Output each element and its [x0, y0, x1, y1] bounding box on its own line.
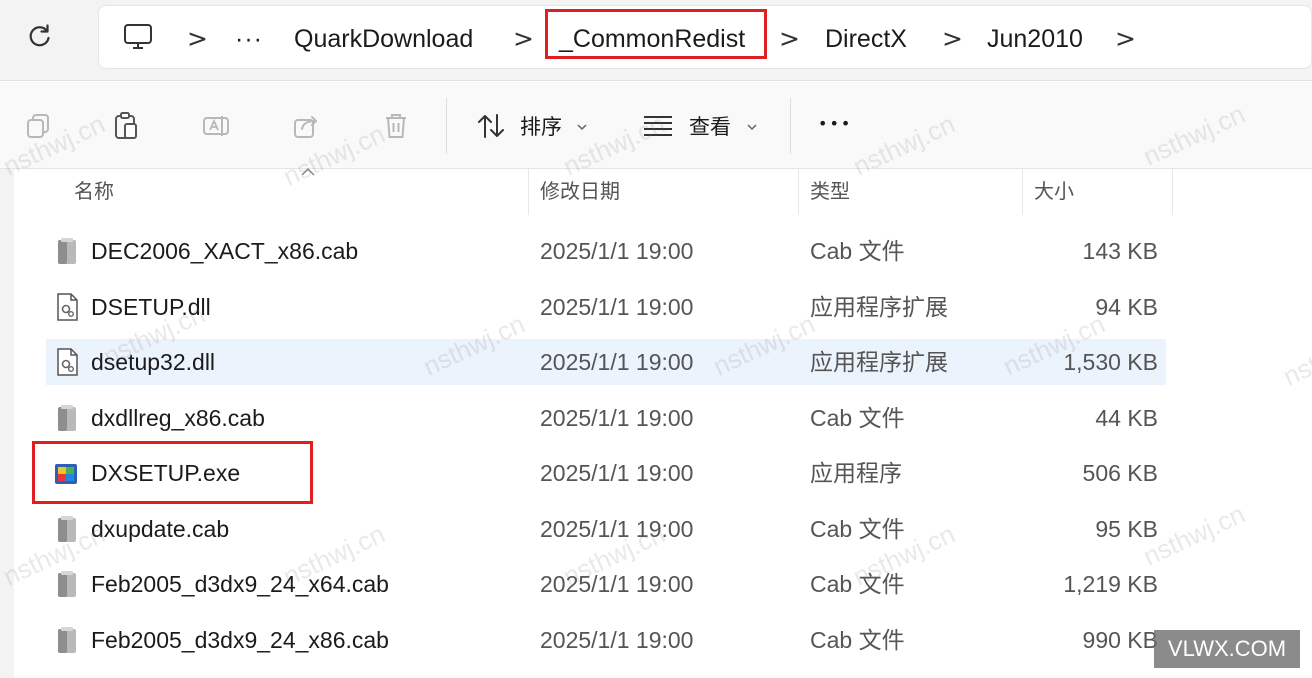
breadcrumb-separator[interactable]: > — [513, 24, 534, 54]
breadcrumb-separator[interactable]: > — [779, 24, 800, 54]
breadcrumb-quarkdownload[interactable]: QuarkDownload — [294, 24, 473, 54]
file-date: 2025/1/1 19:00 — [540, 238, 694, 264]
share-button[interactable] — [290, 110, 322, 142]
toolbar-divider — [790, 98, 791, 154]
view-button[interactable]: 查看 — [636, 98, 766, 154]
sort-label: 排序 — [520, 115, 562, 139]
file-name: DSETUP.dll — [91, 294, 211, 320]
file-row[interactable]: dxdllreg_x86.cab 2025/1/1 19:00 Cab 文件 44 K… — [46, 395, 1166, 441]
file-size: 94 KB — [1095, 294, 1158, 320]
breadcrumb-separator[interactable]: > — [942, 24, 963, 54]
sort-icon — [478, 114, 504, 138]
file-type: Cab 文件 — [810, 627, 905, 653]
cab-icon — [58, 627, 76, 653]
column-divider[interactable] — [798, 169, 799, 215]
cab-icon — [58, 405, 76, 431]
file-type: 应用程序扩展 — [810, 349, 948, 375]
file-type: Cab 文件 — [810, 516, 905, 542]
sort-ascending-icon — [301, 167, 315, 176]
chevron-down-icon — [747, 124, 757, 131]
file-row[interactable]: Feb2005_d3dx9_24_x86.cab 2025/1/1 19:00 Ca… — [46, 617, 1166, 663]
rename-button[interactable] — [200, 110, 232, 142]
file-size: 143 KB — [1082, 238, 1158, 264]
dll-icon — [57, 293, 78, 321]
file-date: 2025/1/1 19:00 — [540, 627, 694, 653]
view-label: 查看 — [689, 115, 731, 139]
cab-icon — [58, 516, 76, 542]
breadcrumb-directx[interactable]: DirectX — [825, 24, 907, 54]
share-icon — [294, 116, 318, 138]
highlight-box-commonredist — [545, 9, 767, 59]
computer-icon[interactable] — [123, 23, 153, 51]
more-icon: ••• — [818, 114, 853, 133]
file-row[interactable]: dsetup32.dll 2025/1/1 19:00 应用程序扩展 1,530 KB — [46, 339, 1166, 385]
file-size: 990 KB — [1082, 627, 1158, 653]
breadcrumb-separator[interactable]: > — [1115, 24, 1136, 54]
file-size: 1,219 KB — [1063, 571, 1158, 597]
view-list-icon — [644, 116, 672, 136]
delete-button[interactable] — [380, 110, 412, 142]
trash-icon — [386, 114, 406, 138]
file-type: 应用程序 — [810, 460, 902, 486]
sort-button[interactable]: 排序 — [470, 98, 600, 154]
breadcrumb-jun2010[interactable]: Jun2010 — [987, 24, 1083, 54]
file-date: 2025/1/1 19:00 — [540, 405, 694, 431]
paste-icon — [115, 112, 137, 139]
column-divider[interactable] — [1022, 169, 1023, 215]
file-type: Cab 文件 — [810, 238, 905, 264]
copy-button[interactable] — [22, 110, 54, 142]
file-name: dxupdate.cab — [91, 516, 230, 542]
file-type: Cab 文件 — [810, 405, 905, 431]
paste-button[interactable] — [110, 110, 142, 142]
file-date: 2025/1/1 19:00 — [540, 349, 694, 375]
rename-icon — [203, 116, 229, 136]
file-date: 2025/1/1 19:00 — [540, 571, 694, 597]
highlight-box-dxsetup — [32, 441, 313, 504]
column-header-row: 名称 修改日期 类型 大小 — [14, 167, 1174, 215]
corner-watermark-badge: VLWX.COM — [1154, 630, 1300, 668]
file-type: Cab 文件 — [810, 571, 905, 597]
file-row[interactable]: Feb2005_d3dx9_24_x64.cab 2025/1/1 19:00 Ca… — [46, 561, 1166, 607]
cab-icon — [58, 238, 76, 264]
dll-icon — [57, 348, 78, 376]
chevron-down-icon — [577, 124, 587, 131]
file-date: 2025/1/1 19:00 — [540, 294, 694, 320]
file-size: 44 KB — [1095, 405, 1158, 431]
file-name: dsetup32.dll — [91, 349, 216, 375]
file-row[interactable]: DSETUP.dll 2025/1/1 19:00 应用程序扩展 94 KB — [46, 284, 1166, 330]
column-divider[interactable] — [1172, 169, 1173, 215]
file-date: 2025/1/1 19:00 — [540, 460, 694, 486]
refresh-icon — [29, 24, 50, 47]
file-row[interactable]: dxupdate.cab 2025/1/1 19:00 Cab 文件 95 KB — [46, 506, 1166, 552]
file-name: Feb2005_d3dx9_24_x64.cab — [91, 571, 389, 597]
more-options-button[interactable]: ••• — [806, 108, 866, 144]
refresh-button[interactable] — [22, 18, 58, 54]
toolbar-divider — [446, 98, 447, 154]
file-size: 95 KB — [1095, 516, 1158, 542]
file-size: 506 KB — [1082, 460, 1158, 486]
cab-icon — [58, 571, 76, 597]
file-size: 1,530 KB — [1063, 349, 1158, 375]
breadcrumb-separator[interactable]: > — [187, 24, 208, 54]
breadcrumb-overflow[interactable]: ··· — [235, 24, 263, 54]
copy-icon — [27, 114, 49, 138]
file-type: 应用程序扩展 — [810, 294, 948, 320]
navigation-pane-edge — [0, 169, 14, 678]
file-date: 2025/1/1 19:00 — [540, 516, 694, 542]
column-header-date[interactable]: 修改日期 — [540, 179, 620, 205]
command-toolbar: 排序 查看 ••• — [0, 82, 1312, 169]
column-divider[interactable] — [528, 169, 529, 215]
column-header-name[interactable]: 名称 — [74, 179, 114, 205]
file-name: Feb2005_d3dx9_24_x86.cab — [91, 627, 389, 653]
file-row[interactable]: DEC2006_XACT_x86.cab 2025/1/1 19:00 Cab 文件… — [46, 228, 1166, 274]
column-header-size[interactable]: 大小 — [1034, 179, 1074, 205]
file-name: dxdllreg_x86.cab — [91, 405, 265, 431]
file-name: DEC2006_XACT_x86.cab — [91, 238, 359, 264]
column-header-type[interactable]: 类型 — [810, 179, 850, 205]
